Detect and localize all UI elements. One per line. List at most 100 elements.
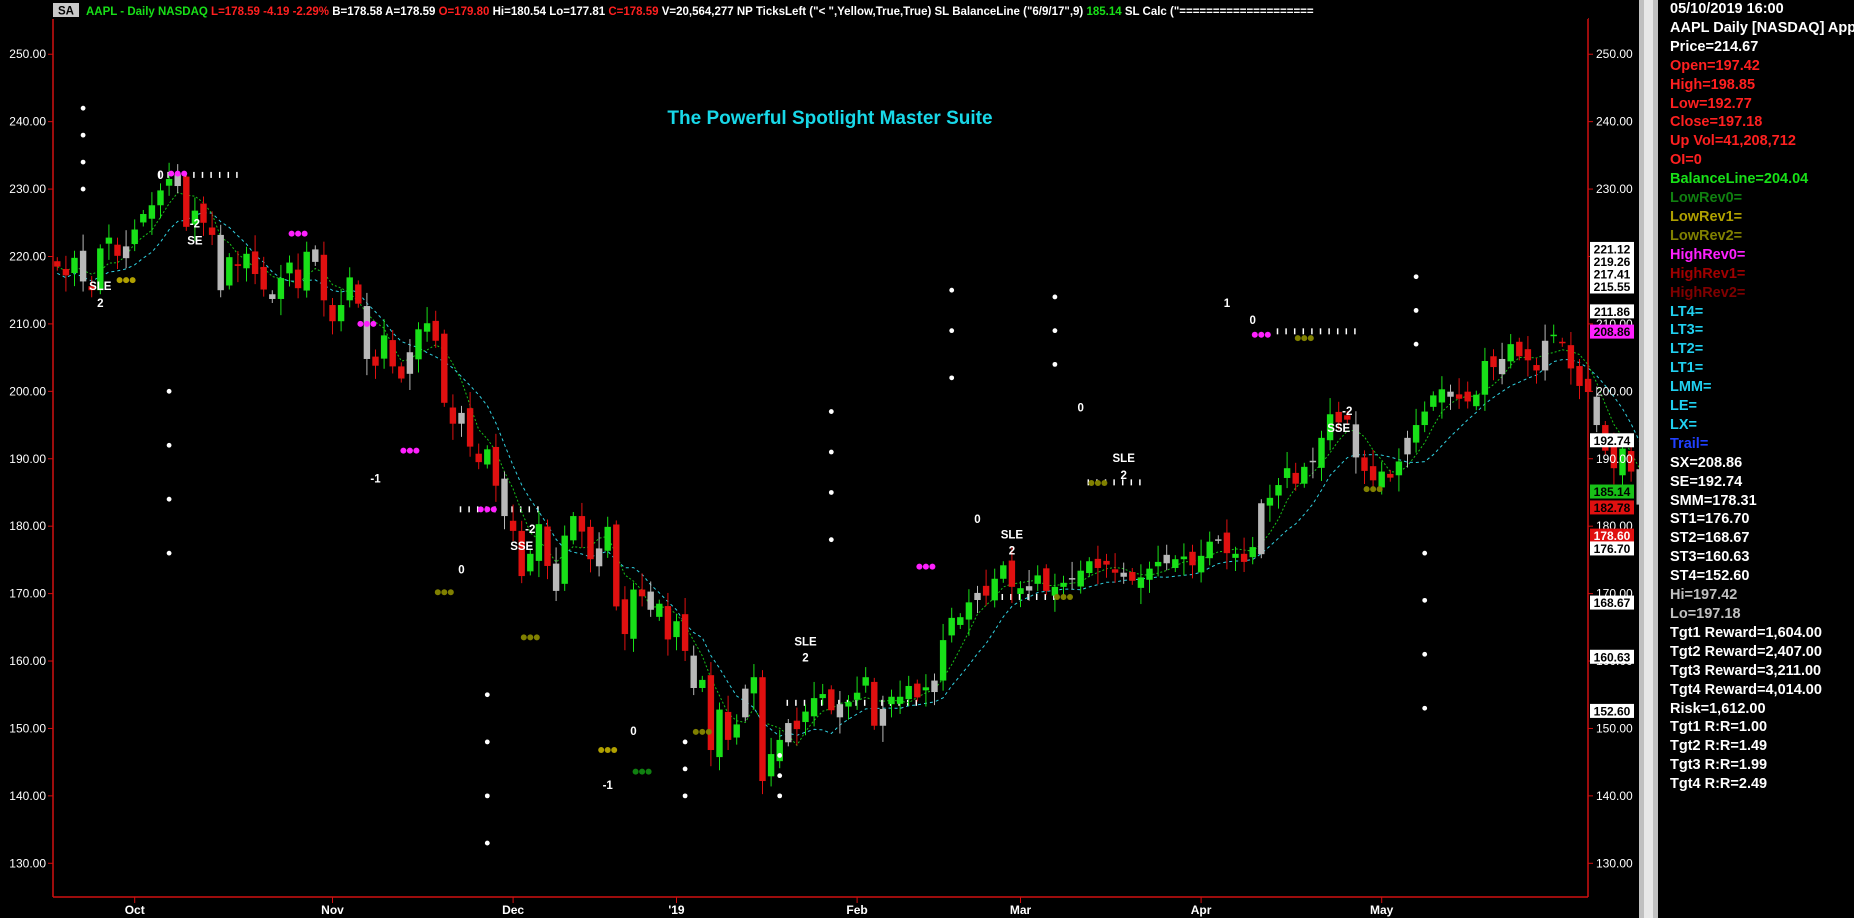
price-chart[interactable]: 0 -2 SE SLE 2 -1 0 -2 SSE -1 0 SLE 2 0 SLE 2 0 SLE 2 1 0 -2 SS…: [0, 0, 1854, 918]
candle-body[interactable]: [1129, 572, 1136, 581]
candle-body[interactable]: [1507, 344, 1514, 362]
candle-body[interactable]: [1559, 341, 1566, 344]
candle-body[interactable]: [1335, 411, 1342, 423]
candle-body[interactable]: [122, 246, 130, 259]
candle-body[interactable]: [458, 412, 465, 424]
candle-body[interactable]: [1068, 578, 1076, 580]
candle-body[interactable]: [1154, 561, 1162, 567]
candle-body[interactable]: [363, 306, 371, 359]
candle-body[interactable]: [1249, 547, 1256, 558]
candle-body[interactable]: [664, 606, 672, 640]
candle-body[interactable]: [647, 591, 654, 610]
candle-body[interactable]: [535, 524, 543, 561]
candle-body[interactable]: [879, 708, 887, 726]
candle-body[interactable]: [853, 692, 861, 700]
candle-body[interactable]: [1473, 394, 1480, 407]
candle-body[interactable]: [441, 333, 448, 403]
candle-body[interactable]: [570, 516, 577, 541]
candle-body[interactable]: [733, 724, 740, 738]
candle-body[interactable]: [1077, 570, 1084, 587]
candle-body[interactable]: [604, 526, 611, 551]
candle-body[interactable]: [819, 694, 826, 699]
candle-body[interactable]: [234, 264, 242, 266]
candle-body[interactable]: [690, 655, 697, 688]
candle-body[interactable]: [595, 548, 603, 567]
candle-body[interactable]: [1240, 553, 1248, 562]
candle-body[interactable]: [638, 589, 646, 597]
candle-body[interactable]: [1369, 466, 1377, 481]
candle-body[interactable]: [1094, 558, 1102, 568]
candle-body[interactable]: [260, 266, 267, 290]
candle-body[interactable]: [62, 268, 70, 276]
candle-body[interactable]: [1206, 541, 1213, 559]
candle-body[interactable]: [131, 229, 138, 245]
candle-body[interactable]: [656, 603, 663, 617]
candle-body[interactable]: [905, 685, 912, 700]
candle-body[interactable]: [613, 524, 620, 607]
candle-body[interactable]: [105, 237, 113, 244]
candle-body[interactable]: [767, 754, 775, 777]
candle-body[interactable]: [1266, 497, 1274, 506]
candle-body[interactable]: [1025, 586, 1033, 591]
candle-body[interactable]: [1541, 340, 1549, 371]
candle-body[interactable]: [1378, 471, 1385, 488]
candle-body[interactable]: [54, 261, 61, 267]
candle-body[interactable]: [845, 702, 852, 707]
candle-body[interactable]: [509, 520, 517, 531]
candle-body[interactable]: [630, 589, 637, 639]
candle-body[interactable]: [79, 250, 87, 282]
candle-body[interactable]: [1197, 555, 1205, 573]
candle-body[interactable]: [982, 585, 990, 596]
candle-body[interactable]: [501, 478, 508, 517]
candle-body[interactable]: [398, 366, 405, 379]
candle-body[interactable]: [372, 356, 379, 366]
candle-body[interactable]: [217, 234, 224, 291]
candle-body[interactable]: [1404, 437, 1411, 455]
candle-body[interactable]: [974, 592, 981, 601]
candle-body[interactable]: [587, 526, 594, 560]
candle-body[interactable]: [1516, 341, 1523, 357]
candle-body[interactable]: [329, 305, 336, 322]
candle-body[interactable]: [810, 698, 818, 717]
candle-body[interactable]: [578, 516, 586, 532]
candle-body[interactable]: [1438, 389, 1446, 403]
candle-body[interactable]: [208, 227, 216, 235]
candle-body[interactable]: [914, 683, 921, 698]
candle-body[interactable]: [1309, 460, 1317, 463]
candle-body[interactable]: [948, 617, 955, 636]
candle-body[interactable]: [1447, 391, 1454, 397]
candle-body[interactable]: [518, 530, 525, 577]
candle-body[interactable]: [1215, 539, 1222, 541]
candle-body[interactable]: [1292, 472, 1299, 484]
candle-body[interactable]: [1008, 560, 1016, 587]
candle-body[interactable]: [1318, 437, 1325, 468]
candle-body[interactable]: [1567, 345, 1575, 369]
candle-body[interactable]: [896, 696, 904, 704]
candle-body[interactable]: [71, 257, 78, 274]
splitter-grip[interactable]: [1644, 0, 1653, 918]
candle-body[interactable]: [1464, 391, 1471, 402]
candle-body[interactable]: [492, 446, 500, 486]
candle-body[interactable]: [836, 704, 844, 718]
candle-body[interactable]: [286, 262, 293, 274]
candle-body[interactable]: [1275, 485, 1282, 496]
candle-body[interactable]: [1576, 366, 1583, 386]
candle-body[interactable]: [346, 277, 353, 301]
candle-body[interactable]: [1034, 575, 1041, 584]
candle-body[interactable]: [114, 244, 121, 256]
candle-body[interactable]: [337, 305, 345, 322]
candle-body[interactable]: [380, 335, 388, 359]
candle-body[interactable]: [552, 563, 560, 591]
candle-body[interactable]: [957, 617, 964, 625]
candle-body[interactable]: [1498, 358, 1506, 375]
candle-body[interactable]: [931, 680, 938, 693]
candle-body[interactable]: [828, 689, 835, 711]
candle-body[interactable]: [320, 254, 328, 301]
candle-body[interactable]: [303, 251, 310, 291]
candle-body[interactable]: [544, 526, 551, 566]
candle-body[interactable]: [1593, 396, 1600, 426]
candle-body[interactable]: [1395, 461, 1403, 476]
candle-body[interactable]: [793, 720, 801, 730]
candle-body[interactable]: [1524, 349, 1532, 361]
candle-body[interactable]: [673, 621, 680, 638]
